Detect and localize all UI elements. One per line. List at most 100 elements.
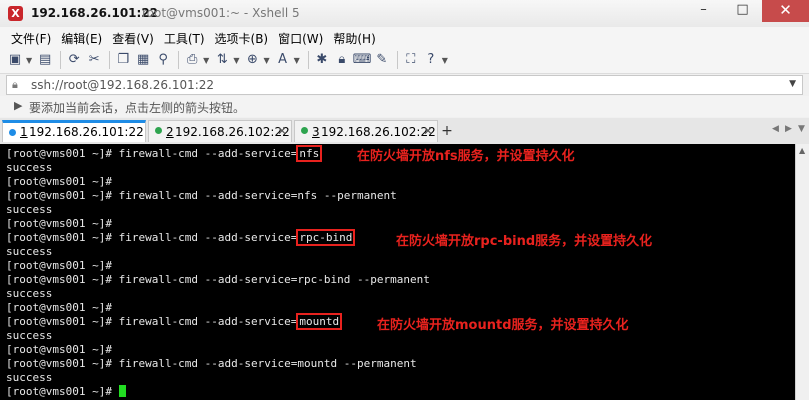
terminal-line: [root@vms001 ~]# (6, 175, 112, 188)
lock-icon: 🔒︎ (12, 78, 18, 91)
terminal-line: [root@vms001 ~]# (6, 259, 112, 272)
globe-icon[interactable]: ⊕ (243, 51, 261, 69)
tab-number: 1 (20, 125, 28, 139)
terminal-line: success (6, 287, 53, 300)
annotation-mountd: 在防火墙开放mountd服务，并设置持久化 (377, 318, 629, 333)
tab-label: 192.168.26.102:22 (175, 125, 290, 139)
title-bar: X 192.168.26.101:22 root@vms001:~ - Xshe… (0, 0, 809, 28)
print-dropdown-icon[interactable]: ▼ (203, 56, 209, 65)
line-text: [root@vms001 ~]# (6, 385, 119, 398)
terminal-scrollbar[interactable]: ▲ (795, 144, 809, 400)
close-icon[interactable]: ✕ (277, 124, 287, 138)
terminal-line: success (6, 161, 53, 174)
terminal-line: success (6, 329, 53, 342)
toolbar-divider (60, 51, 62, 69)
new-session-dropdown-icon[interactable]: ▼ (26, 56, 32, 65)
window-controls: – □ ✕ (684, 0, 809, 22)
terminal-line: [root@vms001 ~]# firewall-cmd --add-serv… (6, 313, 343, 330)
highlighted-service: rpc-bind (296, 229, 356, 246)
disconnect-icon[interactable]: ✂ (85, 51, 103, 69)
session-status-icon (301, 127, 308, 134)
transfer-icon[interactable]: ⇅ (213, 51, 231, 69)
print-icon[interactable]: ⎙ (183, 51, 201, 69)
reconnect-icon[interactable]: ⟳ (65, 51, 83, 69)
scroll-up-icon[interactable]: ▲ (799, 146, 805, 155)
paste-icon[interactable]: ▦ (134, 51, 152, 69)
tab-bar: 1 192.168.26.101:22 2 192.168.26.102:22 … (0, 118, 809, 146)
menu-help[interactable]: 帮助(H) (328, 27, 380, 47)
lock-icon[interactable]: 🔒︎ (333, 51, 351, 69)
menu-file[interactable]: 文件(F) (6, 27, 56, 47)
add-tab-button[interactable]: + (439, 122, 455, 140)
script-icon[interactable]: ✱ (313, 51, 331, 69)
terminal-line: [root@vms001 ~]# firewall-cmd --add-serv… (6, 357, 417, 370)
annotation-rpc-bind: 在防火墙开放rpc-bind服务，并设置持久化 (396, 234, 653, 249)
address-bar[interactable]: 🔒︎ ssh://root@192.168.26.101:22 ▼ (6, 75, 803, 95)
tab-session-3[interactable]: 3 192.168.26.102:22 ✕ (294, 120, 438, 142)
toolbar-divider (178, 51, 180, 69)
window-subtitle: root@vms001:~ - Xshell 5 (142, 6, 300, 20)
terminal-line: [root@vms001 ~]# (6, 343, 112, 356)
open-folder-icon[interactable]: ▤ (36, 51, 54, 69)
line-text: [root@vms001 ~]# firewall-cmd --add-serv… (6, 147, 298, 160)
line-text: [root@vms001 ~]# firewall-cmd --add-serv… (6, 315, 298, 328)
fullscreen-icon[interactable]: ⛶ (402, 51, 420, 69)
terminal-line: [root@vms001 ~]# firewall-cmd --add-serv… (6, 189, 397, 202)
session-status-icon (9, 129, 16, 136)
terminal-line: success (6, 245, 53, 258)
terminal-line: [root@vms001 ~]# (6, 217, 112, 230)
terminal-line: [root@vms001 ~]# firewall-cmd --add-serv… (6, 145, 323, 162)
tab-label: 192.168.26.102:22 (321, 125, 436, 139)
menu-edit[interactable]: 编辑(E) (56, 27, 107, 47)
font-icon[interactable]: A (274, 51, 292, 69)
tab-scroll-left-icon[interactable]: ◀ (772, 124, 779, 134)
tab-list-icon[interactable]: ▼ (798, 124, 805, 134)
annotation-nfs: 在防火墙开放nfs服务，并设置持久化 (357, 149, 575, 164)
session-hint-bar: ▶ 要添加当前会话，点击左侧的箭头按钮。 (0, 96, 809, 117)
terminal-line: [root@vms001 ~]# firewall-cmd --add-serv… (6, 273, 430, 286)
transfer-dropdown-icon[interactable]: ▼ (233, 56, 239, 65)
close-icon[interactable]: ✕ (423, 124, 433, 138)
address-input[interactable]: ssh://root@192.168.26.101:22 (31, 78, 214, 92)
help-icon[interactable]: ? (422, 51, 440, 69)
copy-icon[interactable]: ❐ (114, 51, 132, 69)
help-dropdown-icon[interactable]: ▼ (442, 56, 448, 65)
terminal-output[interactable]: [root@vms001 ~]# firewall-cmd --add-serv… (0, 144, 795, 400)
new-session-icon[interactable]: ▣ (6, 51, 24, 69)
terminal-line: success (6, 203, 53, 216)
menu-tab[interactable]: 选项卡(B) (210, 27, 274, 47)
terminal-line: [root@vms001 ~]# firewall-cmd --add-serv… (6, 229, 356, 246)
toolbar-divider (109, 51, 111, 69)
terminal-line: [root@vms001 ~]# (6, 385, 126, 399)
find-icon[interactable]: ⚲ (154, 51, 172, 69)
minimize-button[interactable]: – (684, 0, 723, 22)
menu-view[interactable]: 查看(V) (107, 27, 159, 47)
highlighted-service: nfs (296, 145, 323, 162)
close-button[interactable]: ✕ (762, 0, 809, 22)
compose-icon[interactable]: ✎ (373, 51, 391, 69)
chevron-down-icon[interactable]: ▼ (789, 79, 796, 89)
highlighted-service: mountd (296, 313, 343, 330)
tab-scroll-right-icon[interactable]: ▶ (785, 124, 792, 134)
keyboard-icon[interactable]: ⌨ (353, 51, 372, 69)
terminal-line: [root@vms001 ~]# (6, 301, 112, 314)
menu-bar: 文件(F) 编辑(E) 查看(V) 工具(T) 选项卡(B) 窗口(W) 帮助(… (0, 27, 809, 47)
terminal-cursor (118, 385, 126, 397)
tab-number: 2 (166, 125, 174, 139)
globe-dropdown-icon[interactable]: ▼ (263, 56, 269, 65)
tab-session-1[interactable]: 1 192.168.26.101:22 (2, 120, 146, 142)
menu-window[interactable]: 窗口(W) (273, 27, 328, 47)
toolbar-divider (396, 51, 398, 69)
font-dropdown-icon[interactable]: ▼ (294, 56, 300, 65)
line-text: [root@vms001 ~]# firewall-cmd --add-serv… (6, 231, 298, 244)
maximize-button[interactable]: □ (723, 0, 762, 22)
menu-tools[interactable]: 工具(T) (159, 27, 210, 47)
tab-session-2[interactable]: 2 192.168.26.102:22 ✕ (148, 120, 292, 142)
session-status-icon (155, 127, 162, 134)
hint-text: 要添加当前会话，点击左侧的箭头按钮。 (29, 101, 246, 115)
toolbar: ▣ ▼ ▤ ⟳ ✂ ❐ ▦ ⚲ ⎙ ▼ ⇅ ▼ ⊕ ▼ A ▼ ✱ 🔒︎ ⌨ ✎… (0, 47, 809, 74)
toolbar-divider (307, 51, 309, 69)
xshell-app-icon[interactable]: X (8, 6, 23, 21)
arrow-icon[interactable]: ▶ (14, 99, 22, 112)
tab-number: 3 (312, 125, 320, 139)
